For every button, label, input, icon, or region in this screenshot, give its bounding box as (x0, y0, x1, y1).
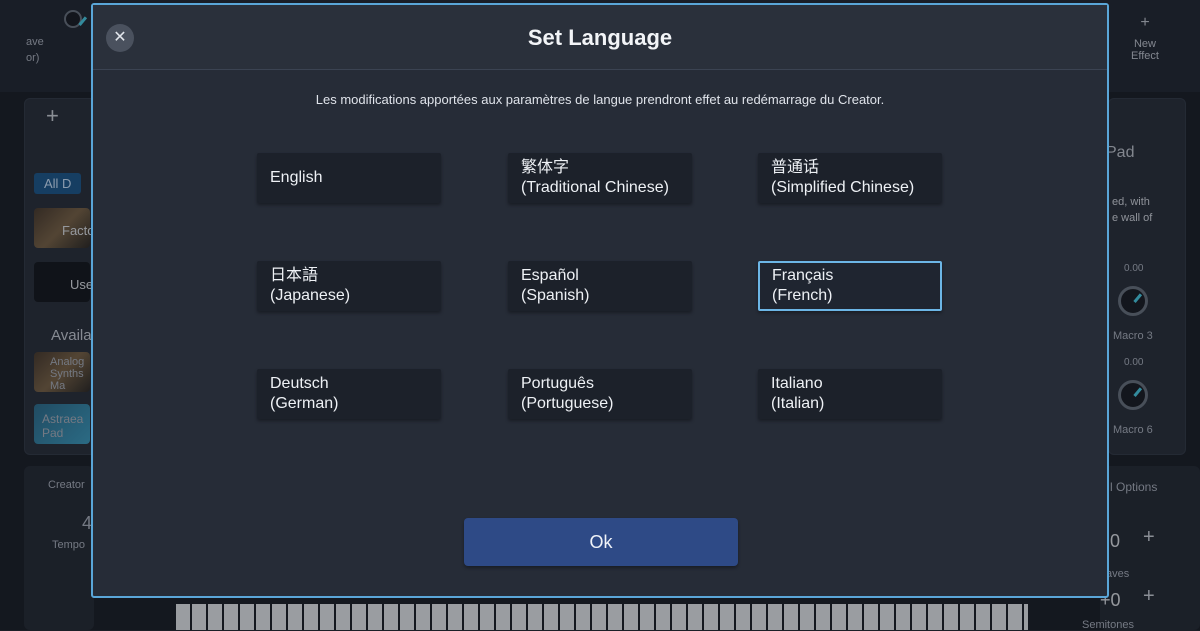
language-native-name: 普通话 (771, 159, 820, 176)
language-native-name: Italiano (771, 375, 823, 392)
language-native-name: 繁体字 (521, 159, 570, 176)
language-english-name: (Japanese) (270, 287, 351, 304)
language-option-italian[interactable]: Italiano (Italian) (758, 369, 942, 419)
language-option-japanese[interactable]: 日本語 (Japanese) (257, 261, 441, 311)
language-option-traditional-chinese[interactable]: 繁体字 (Traditional Chinese) (508, 153, 692, 203)
language-english-name: (Portuguese) (521, 395, 614, 412)
language-english-name: (Simplified Chinese) (771, 179, 915, 196)
language-english-name: (Traditional Chinese) (521, 179, 669, 196)
language-option-portuguese[interactable]: Português (Portuguese) (508, 369, 692, 419)
language-native-name: Deutsch (270, 375, 329, 392)
language-native-name: 日本語 (270, 267, 319, 284)
language-english-name: (German) (270, 395, 339, 412)
language-option-french[interactable]: Français (French) (758, 261, 942, 311)
ok-button[interactable]: Ok (464, 518, 738, 566)
restart-notice: Les modifications apportées aux paramètr… (315, 92, 885, 107)
dialog-header: ✕ Set Language (93, 5, 1107, 70)
language-option-english[interactable]: English (257, 153, 441, 203)
language-native-name: Español (521, 267, 579, 284)
dialog-title: Set Language (527, 25, 673, 50)
language-option-german[interactable]: Deutsch (German) (257, 369, 441, 419)
set-language-dialog: ✕ Set Language Les modifications apporté… (91, 3, 1109, 598)
language-option-simplified-chinese[interactable]: 普通话 (Simplified Chinese) (758, 153, 942, 203)
language-native-name: Português (521, 375, 594, 392)
language-english-name: (French) (772, 287, 833, 304)
language-native-name: English (270, 169, 323, 186)
language-english-name: (Italian) (771, 395, 825, 412)
language-option-spanish[interactable]: Español (Spanish) (508, 261, 692, 311)
language-native-name: Français (772, 267, 834, 284)
language-english-name: (Spanish) (521, 287, 590, 304)
